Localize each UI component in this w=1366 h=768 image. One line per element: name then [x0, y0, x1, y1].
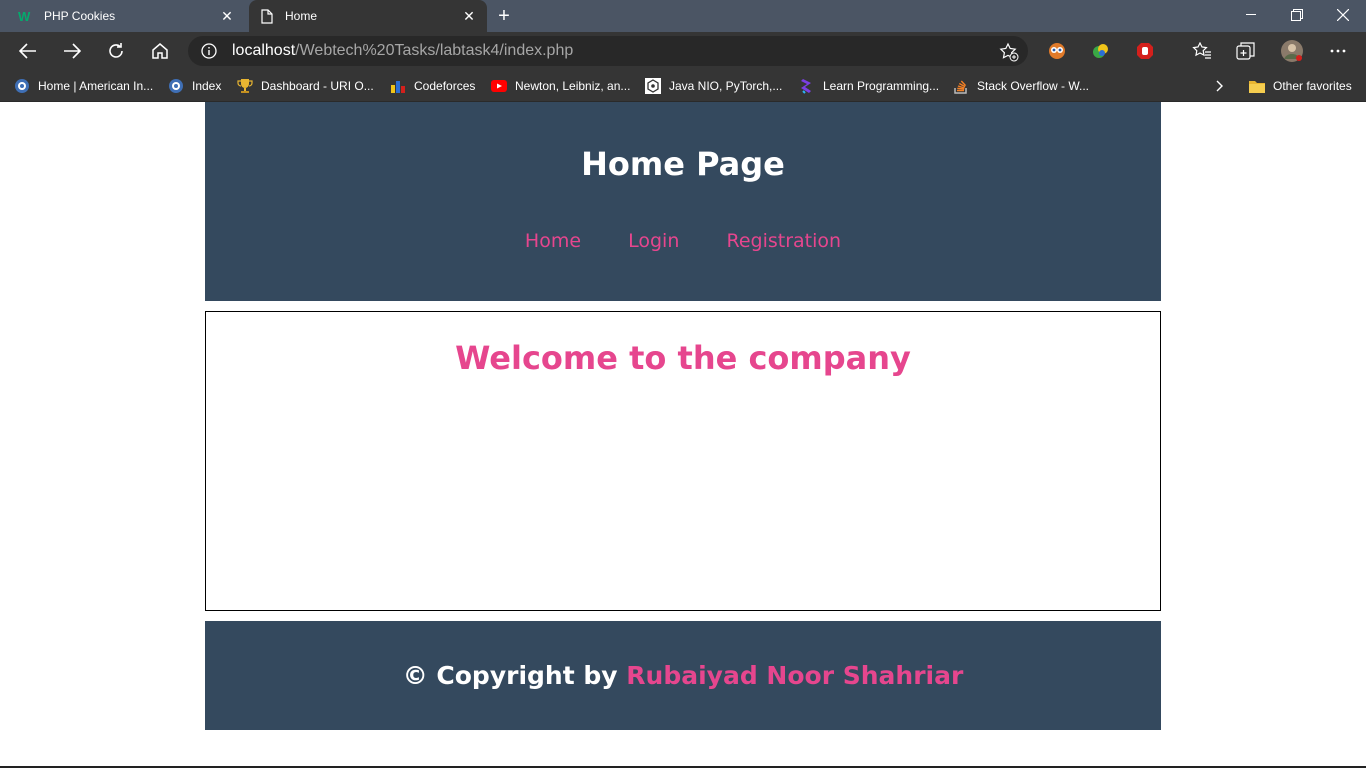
tab-title: PHP Cookies: [44, 9, 116, 23]
restore-button[interactable]: [1274, 0, 1320, 30]
minimize-button[interactable]: [1228, 0, 1274, 30]
bar-chart-icon: [390, 78, 406, 94]
trophy-icon: [237, 78, 253, 94]
bookmarks-overflow-button[interactable]: [1212, 76, 1236, 96]
extension-adblock-icon[interactable]: [1133, 39, 1157, 63]
home-icon: [152, 43, 168, 59]
other-favorites-folder[interactable]: Other favorites: [1249, 76, 1352, 96]
bookmark-label: Index: [192, 79, 222, 93]
forward-arrow-icon: [64, 43, 81, 59]
close-tab-icon[interactable]: ✕: [215, 4, 239, 28]
refresh-icon: [109, 43, 123, 58]
bookmark-item[interactable]: Index: [168, 76, 221, 96]
bookmark-item[interactable]: Stack Overflow - W...: [953, 76, 1089, 96]
forward-button[interactable]: [58, 37, 86, 65]
tab-title: Home: [285, 9, 318, 23]
favorites-icon[interactable]: [1190, 39, 1214, 63]
bookmark-item[interactable]: Home | American In...: [14, 76, 153, 96]
close-tab-icon[interactable]: ✕: [457, 4, 481, 28]
site-nav: Home Login Registration: [205, 230, 1161, 252]
bookmark-label: Codeforces: [414, 79, 476, 93]
close-window-button[interactable]: [1320, 0, 1366, 30]
folder-icon: [1249, 78, 1265, 94]
page-title: Home Page: [581, 145, 785, 183]
shield-globe-icon: [168, 78, 184, 94]
bookmark-label: Java NIO, PyTorch,...: [669, 79, 783, 93]
more-options-icon[interactable]: [1326, 39, 1350, 63]
author-name: Rubaiyad Noor Shahriar: [626, 661, 964, 690]
site-header: Home Page Home Login Registration: [205, 102, 1161, 301]
address-bar[interactable]: localhost/Webtech%20Tasks/labtask4/index…: [188, 36, 1028, 66]
back-button[interactable]: [14, 37, 42, 65]
nav-link-registration[interactable]: Registration: [726, 230, 841, 252]
nav-link-home[interactable]: Home: [525, 230, 581, 252]
w3schools-icon: W: [18, 8, 34, 24]
bookmarks-bar: Home | American In... Index Dashboard - …: [0, 70, 1366, 102]
welcome-heading: Welcome to the company: [455, 339, 911, 377]
chevron-right-icon: [1212, 78, 1228, 94]
bookmark-label: Other favorites: [1273, 79, 1352, 93]
bookmark-label: Home | American In...: [38, 79, 154, 93]
add-favorite-icon[interactable]: [998, 41, 1020, 63]
url-path: /Webtech%20Tasks/labtask4/index.php: [295, 42, 574, 59]
url-host: localhost: [232, 42, 296, 59]
browser-toolbar: localhost/Webtech%20Tasks/labtask4/index…: [0, 32, 1366, 70]
main-content: Welcome to the company: [205, 311, 1161, 611]
home-button[interactable]: [146, 37, 174, 65]
extension-owl-icon[interactable]: [1045, 39, 1069, 63]
bookmark-item[interactable]: Learn Programming...: [799, 76, 939, 96]
stackoverflow-icon: [953, 78, 969, 94]
tab-home[interactable]: Home ✕: [249, 0, 487, 32]
bookmark-item[interactable]: Dashboard - URI O...: [237, 76, 374, 96]
svg-text:W: W: [18, 10, 31, 22]
url-text[interactable]: localhost/Webtech%20Tasks/labtask4/index…: [232, 42, 573, 60]
bookmark-label: Stack Overflow - W...: [977, 79, 1090, 93]
back-arrow-icon: [19, 43, 36, 59]
bookmark-label: Learn Programming...: [823, 79, 940, 93]
profile-avatar[interactable]: [1280, 39, 1304, 63]
extension-color-icon[interactable]: [1089, 39, 1113, 63]
hexagon-icon: [645, 78, 661, 94]
nav-link-login[interactable]: Login: [628, 230, 679, 252]
youtube-icon: [491, 78, 507, 94]
tab-php-cookies[interactable]: W PHP Cookies ✕: [8, 0, 245, 32]
bookmark-item[interactable]: Codeforces: [390, 76, 475, 96]
bookmark-item[interactable]: Newton, Leibniz, an...: [491, 76, 630, 96]
refresh-button[interactable]: [102, 37, 130, 65]
site-info-icon[interactable]: [200, 42, 218, 60]
collections-icon[interactable]: [1234, 39, 1258, 63]
code-icon: [799, 78, 815, 94]
browser-tab-bar: W PHP Cookies ✕ Home ✕ +: [0, 0, 1366, 32]
new-tab-button[interactable]: +: [492, 4, 516, 28]
copyright-prefix: © Copyright by: [402, 661, 627, 690]
copyright-text: © Copyright by Rubaiyad Noor Shahriar: [205, 659, 1161, 693]
document-icon: [259, 8, 275, 24]
bookmark-label: Dashboard - URI O...: [261, 79, 374, 93]
bookmark-label: Newton, Leibniz, an...: [515, 79, 631, 93]
bookmark-item[interactable]: Java NIO, PyTorch,...: [645, 76, 782, 96]
shield-globe-icon: [14, 78, 30, 94]
site-footer: © Copyright by Rubaiyad Noor Shahriar: [205, 621, 1161, 730]
